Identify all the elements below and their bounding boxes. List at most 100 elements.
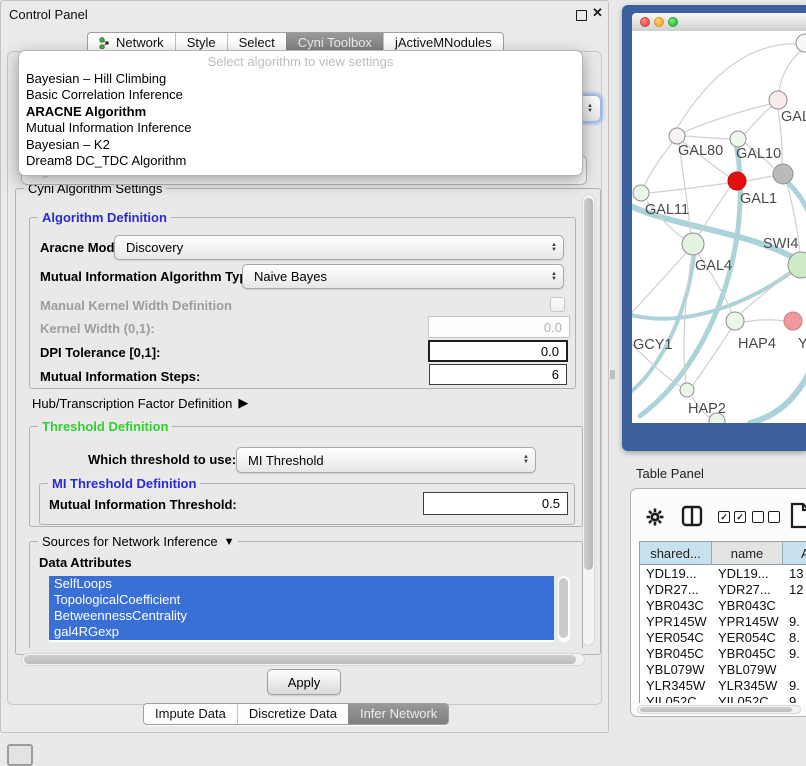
column-header-shared-name[interactable]: shared... — [640, 542, 712, 565]
sources-group-title-row[interactable]: Sources for Network Inference ▼ — [38, 534, 238, 549]
mi-algorithm-type-label: Mutual Information Algorithm Type: — [40, 269, 259, 284]
network-window-titlebar[interactable] — [632, 13, 806, 32]
attributes-scrollbar[interactable] — [558, 576, 570, 642]
collapse-down-icon[interactable]: ▼ — [224, 536, 235, 548]
network-nodes — [632, 34, 806, 423]
node-gal1[interactable] — [728, 172, 746, 190]
manual-kernel-width-checkbox[interactable] — [550, 297, 565, 312]
zoom-traffic-light-icon[interactable] — [668, 17, 678, 27]
minimized-panel-stub[interactable] — [7, 744, 33, 766]
attributes-scrollbar-thumb[interactable] — [559, 578, 568, 638]
settings-scrollbar-thumb[interactable] — [584, 198, 593, 570]
menu-item-mutual-information[interactable]: Mutual Information Inference — [19, 120, 582, 136]
data-attributes-label: Data Attributes — [39, 555, 132, 570]
mi-steps-field[interactable]: 6 — [429, 364, 567, 385]
column-layout-icon[interactable] — [681, 505, 703, 527]
cell — [783, 597, 806, 613]
close-traffic-light-icon[interactable] — [640, 17, 650, 27]
sources-group-title: Sources for Network Inference — [42, 534, 218, 549]
kernel-width-field[interactable]: 0.0 — [428, 316, 570, 338]
node-hap2[interactable] — [680, 383, 694, 397]
deselect-all-columns-icon[interactable] — [752, 511, 780, 523]
which-threshold-combobox[interactable]: MI Threshold ▲▼ — [236, 447, 536, 473]
hub-definition-expander[interactable]: Hub/Transcription Factor Definition ▶ — [32, 395, 248, 411]
table-horizontal-scrollbar[interactable] — [637, 705, 801, 714]
control-panel-window: Control Panel ✕ Network Style Select Cyn… — [0, 0, 609, 733]
export-table-icon[interactable] — [789, 502, 806, 529]
dpi-tolerance-field[interactable]: 0.0 — [428, 340, 568, 362]
node-label-swi4: SWI4 — [763, 236, 798, 252]
attribute-item-topologicalcoefficient[interactable]: TopologicalCoefficient — [49, 592, 554, 608]
which-threshold-value: MI Threshold — [248, 453, 324, 468]
node-gal10[interactable] — [730, 131, 746, 147]
table-row[interactable]: YIL052C YIL052C 9 — [640, 693, 806, 703]
node-gal[interactable] — [769, 91, 787, 109]
settings-horizontal-scrollbar[interactable] — [21, 653, 585, 666]
menu-item-aracne[interactable]: ARACNE Algorithm — [19, 104, 582, 120]
attribute-item-betweennesscentrality[interactable]: BetweennessCentrality — [49, 608, 554, 624]
table-row[interactable]: YDR27... YDR27... 12 — [640, 581, 806, 597]
menu-item-dream8[interactable]: Dream8 DC_TDC Algorithm — [19, 153, 582, 169]
gear-icon[interactable] — [645, 507, 665, 527]
aracne-mode-combobox[interactable]: Discovery ▲▼ — [114, 235, 564, 260]
table-horizontal-scrollbar-thumb[interactable] — [640, 707, 792, 712]
tab-infer-network[interactable]: Infer Network — [348, 704, 448, 724]
cell: YDR27... — [712, 581, 783, 597]
node-y[interactable] — [784, 312, 802, 330]
cell: YBR043C — [640, 597, 712, 613]
table-header-row: shared... name A — [640, 542, 806, 565]
cell: YBR045C — [640, 645, 712, 661]
node-gal80[interactable] — [669, 128, 685, 144]
cyni-algorithm-settings-group: Cyni Algorithm Settings Algorithm Defini… — [15, 188, 601, 655]
node-gal11[interactable] — [633, 185, 649, 201]
attribute-item-selfloops[interactable]: SelfLoops — [49, 576, 554, 592]
data-attributes-list: SelfLoops TopologicalCoefficient Between… — [49, 576, 554, 642]
table-row[interactable]: YBR045C YBR045C 9. — [640, 645, 806, 661]
settings-horizontal-scrollbar-thumb[interactable] — [24, 655, 576, 664]
splitpane-divider-mark[interactable] — [610, 370, 615, 379]
stepper-arrows-icon: ▲▼ — [587, 104, 596, 114]
node-label-hap4: HAP4 — [738, 336, 776, 352]
column-header-name[interactable]: name — [712, 542, 783, 565]
network-view-window[interactable]: GAL GAL80 GAL10 GAL1 GAL11 GAL4 SWI4 GCY… — [622, 5, 806, 451]
node-hap4[interactable] — [726, 312, 744, 330]
select-all-columns-icon[interactable]: ✓✓ — [718, 511, 746, 523]
node-label-gcy1: GCY1 — [633, 337, 673, 353]
table-row[interactable]: YLR345W YLR345W 9. — [640, 677, 806, 693]
table-row[interactable]: YPR145W YPR145W 9. — [640, 613, 806, 629]
cell: 8. — [783, 629, 806, 645]
tab-impute-data[interactable]: Impute Data — [144, 704, 237, 724]
minimize-traffic-light-icon[interactable] — [654, 17, 664, 27]
node-table: shared... name A YDL19... YDL19... 13 YD… — [639, 541, 806, 703]
menu-item-bayesian-hill-climbing[interactable]: Bayesian – Hill Climbing — [19, 71, 582, 87]
expand-right-icon[interactable]: ▶ — [238, 395, 248, 411]
cell: YBR045C — [712, 645, 783, 661]
cell: YER054C — [712, 629, 783, 645]
menu-item-basic-correlation[interactable]: Basic Correlation Inference — [19, 87, 582, 103]
attribute-item-gal4rgexp[interactable]: gal4RGexp — [49, 624, 554, 640]
node-gal4[interactable] — [682, 233, 704, 255]
threshold-definition-group: Threshold Definition Which threshold to … — [29, 426, 583, 527]
table-row[interactable]: YDL19... YDL19... 13 — [640, 565, 806, 581]
close-icon[interactable]: ✕ — [592, 5, 603, 21]
tab-discretize-data[interactable]: Discretize Data — [237, 704, 348, 724]
menu-item-bayesian-k2[interactable]: Bayesian – K2 — [19, 137, 582, 153]
table-row[interactable]: YBR043C YBR043C — [640, 597, 806, 613]
table-row[interactable]: YBL079W YBL079W — [640, 661, 806, 677]
mi-algorithm-type-combobox[interactable]: Naive Bayes ▲▼ — [242, 264, 564, 289]
mi-threshold-field[interactable]: 0.5 — [423, 492, 568, 515]
settings-scrollbar[interactable] — [582, 194, 595, 646]
table-panel: ✓✓ shared... name A YDL19... YDL19... 13… — [630, 488, 806, 717]
panel-title: Control Panel — [9, 7, 88, 22]
column-header-third[interactable]: A — [783, 542, 806, 565]
float-window-icon[interactable] — [576, 10, 587, 21]
stepper-arrows-icon: ▲▼ — [551, 243, 560, 253]
table-row[interactable]: YER054C YER054C 8. — [640, 629, 806, 645]
node-gray[interactable] — [773, 164, 793, 184]
cell: YPR145W — [640, 613, 712, 629]
network-canvas[interactable]: GAL GAL80 GAL10 GAL1 GAL11 GAL4 SWI4 GCY… — [632, 31, 806, 423]
apply-button[interactable]: Apply — [267, 669, 341, 695]
node-unlabeled[interactable] — [796, 34, 806, 52]
stepper-arrows-icon: ▲▼ — [551, 272, 560, 282]
algorithm-placeholder: Select algorithm to view settings — [19, 54, 582, 69]
